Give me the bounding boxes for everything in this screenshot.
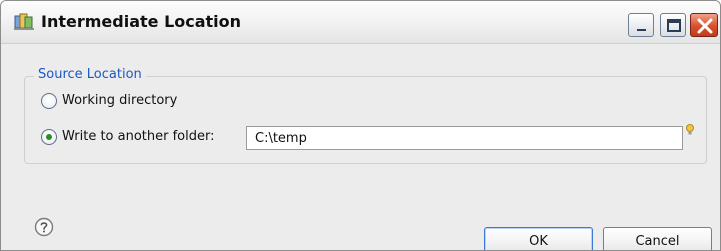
dialog-content: Source Location Working directory Write …	[1, 44, 720, 250]
lightbulb-icon	[685, 122, 695, 136]
dialog-title: Intermediate Location	[41, 12, 242, 31]
radio-working-directory[interactable]: Working directory	[41, 92, 241, 112]
minimize-button[interactable]	[628, 13, 654, 37]
eclipse-books-icon	[13, 12, 37, 32]
radio-button-selected[interactable]	[41, 129, 57, 145]
maximize-icon	[667, 19, 681, 32]
cancel-button[interactable]: Cancel	[603, 227, 712, 250]
close-icon	[697, 18, 713, 34]
close-button[interactable]	[690, 13, 718, 37]
minimize-icon	[637, 29, 646, 31]
radio-write-another-folder[interactable]: Write to another folder:	[41, 128, 241, 148]
radio-label-write-another-folder: Write to another folder:	[62, 129, 215, 144]
source-location-legend: Source Location	[34, 67, 146, 82]
source-location-group	[24, 76, 707, 164]
maximize-button[interactable]	[660, 13, 686, 37]
radio-selected-dot	[46, 134, 52, 140]
radio-button-unselected[interactable]	[41, 93, 57, 109]
ok-button[interactable]: OK	[484, 227, 593, 250]
folder-path-input[interactable]	[246, 126, 683, 150]
title-bar[interactable]: Intermediate Location	[1, 1, 720, 44]
radio-label-working-directory: Working directory	[62, 93, 178, 108]
help-icon[interactable]	[34, 217, 54, 237]
dialog-window: Intermediate Location Source Location Wo…	[0, 0, 721, 251]
